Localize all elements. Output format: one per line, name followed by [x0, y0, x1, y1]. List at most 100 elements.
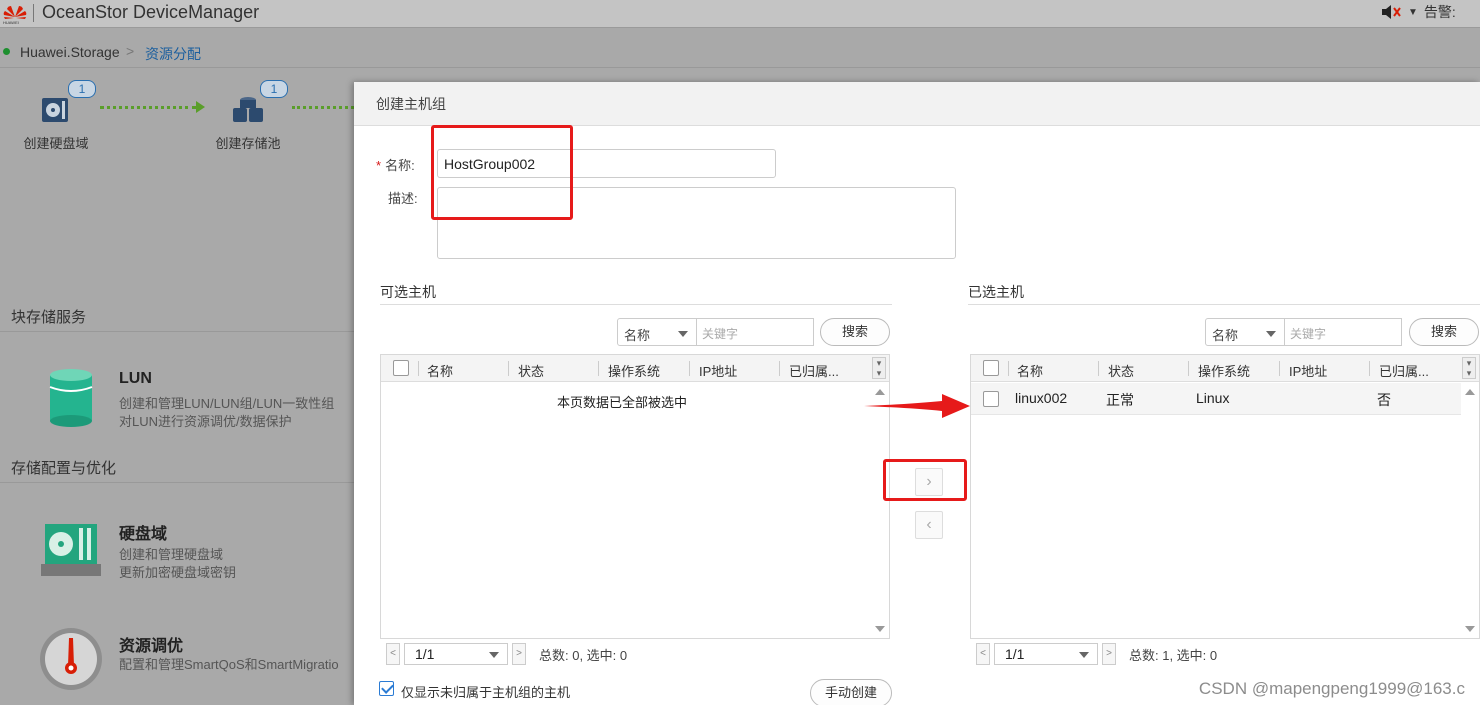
service-desc: 创建和管理LUN/LUN组/LUN一致性组 [119, 396, 335, 411]
workflow-arrow-icon [100, 106, 196, 110]
table-header: 名称 状态 操作系统 IP地址 已归属... ▾ ▾ [381, 355, 889, 382]
column-divider [1008, 361, 1009, 376]
column-header-belongs[interactable]: 已归属... [1379, 361, 1429, 380]
page-select[interactable]: 1/1 [404, 643, 508, 665]
alarm-label: 告警: [1423, 4, 1456, 20]
workflow-step-disk-domain[interactable]: 创建硬盘域 1 [16, 80, 96, 152]
section-title-block-service: 块存储服务 [11, 309, 87, 326]
gauge-icon [40, 628, 102, 690]
workflow-arrow-icon [292, 106, 354, 110]
column-header-belongs[interactable]: 已归属... [789, 361, 839, 380]
selected-filter-select[interactable]: 名称 [1205, 318, 1285, 346]
total-count: 总数: 1, 选中: 0 [1129, 648, 1218, 663]
service-name: 硬盘域 [119, 526, 168, 543]
available-keyword-input[interactable]: 关键字 [697, 318, 814, 346]
storage-pool-icon [233, 97, 263, 122]
available-pager: < 1/1 > 总数: 0, 选中: 0 [386, 643, 886, 665]
column-divider [779, 361, 780, 376]
chevron-down-icon [1266, 331, 1276, 337]
breadcrumb-home[interactable]: Huawei.Storage [20, 44, 120, 60]
alarm-area[interactable]: ▼ 告警: [1380, 2, 1456, 22]
column-header-os[interactable]: 操作系统 [608, 361, 660, 380]
available-hosts-title: 可选主机 [380, 284, 436, 300]
required-marker: * [376, 158, 382, 173]
dialog-header: 创建主机组 [354, 82, 1480, 126]
column-divider [508, 361, 509, 376]
unassigned-only-label[interactable]: 仅显示未归属于主机组的主机 [401, 682, 570, 701]
column-header-status[interactable]: 状态 [1108, 361, 1134, 380]
next-page-button[interactable]: > [512, 643, 526, 665]
name-label-text: 名称: [385, 158, 415, 173]
move-left-button[interactable]: ‹ [915, 511, 943, 539]
section-title-storage-config: 存储配置与优化 [11, 460, 117, 477]
breadcrumb: Huawei.Storage > 资源分配 [0, 38, 1480, 68]
host-name: linux002 [1015, 390, 1068, 406]
chevron-down-icon [1079, 652, 1089, 658]
select-all-checkbox[interactable] [393, 360, 409, 376]
available-search-button[interactable]: 搜索 [820, 318, 890, 346]
column-menu-icon[interactable]: ▾ ▾ [1462, 357, 1476, 379]
page-select[interactable]: 1/1 [994, 643, 1098, 665]
column-menu-icon[interactable]: ▾ ▾ [872, 357, 886, 379]
annotation-box-name-field [431, 125, 573, 220]
column-header-ip[interactable]: IP地址 [699, 361, 737, 380]
column-divider [598, 361, 599, 376]
selected-keyword-input[interactable]: 关键字 [1285, 318, 1402, 346]
service-card-disk-domain[interactable]: 硬盘域 创建和管理硬盘域 更新加密硬盘域密钥 [0, 510, 354, 590]
unassigned-only-checkbox[interactable] [379, 681, 394, 696]
chevron-down-icon [678, 331, 688, 337]
column-header-name[interactable]: 名称 [427, 361, 453, 380]
column-header-ip[interactable]: IP地址 [1289, 361, 1327, 380]
selected-search-button[interactable]: 搜索 [1409, 318, 1479, 346]
next-page-button[interactable]: > [1102, 643, 1116, 665]
manual-create-button[interactable]: 手动创建 [810, 679, 892, 705]
vertical-scrollbar[interactable] [1461, 383, 1479, 638]
alarm-dropdown-caret-icon[interactable]: ▼ [1408, 7, 1418, 18]
scroll-up-icon[interactable] [1465, 389, 1475, 395]
column-divider [1188, 361, 1189, 376]
selected-hosts-title: 已选主机 [968, 284, 1024, 300]
status-dot-icon [3, 48, 10, 55]
service-name: LUN [119, 370, 152, 387]
prev-page-button[interactable]: < [976, 643, 990, 665]
dialog-title: 创建主机组 [376, 96, 446, 112]
select-all-checkbox[interactable] [983, 360, 999, 376]
column-header-status[interactable]: 状态 [518, 361, 544, 380]
service-card-lun[interactable]: LUN 创建和管理LUN/LUN组/LUN一致性组 对LUN进行资源调优/数据保… [0, 358, 354, 438]
app-title: OceanStor DeviceManager [42, 2, 260, 22]
annotation-arrow-icon [864, 394, 970, 418]
table-header: 名称 状态 操作系统 IP地址 已归属... ▾ ▾ [971, 355, 1479, 382]
service-desc: 创建和管理硬盘域 [119, 547, 224, 562]
top-bar: HUAWEI OceanStor DeviceManager ▼ 告警: [0, 0, 1480, 28]
workflow-step-storage-pool[interactable]: 创建存储池 1 [208, 80, 288, 152]
selected-pager: < 1/1 > 总数: 1, 选中: 0 [976, 643, 1476, 665]
prev-page-button[interactable]: < [386, 643, 400, 665]
row-checkbox[interactable] [983, 391, 999, 407]
vertical-scrollbar[interactable] [871, 383, 889, 638]
chevron-down-icon [489, 652, 499, 658]
selected-hosts-table: 名称 状态 操作系统 IP地址 已归属... ▾ ▾ linux002 正常 Li… [970, 354, 1480, 639]
table-row[interactable]: linux002 正常 Linux 否 [971, 383, 1461, 415]
filter-select-value: 名称 [624, 328, 651, 343]
title-divider [33, 4, 34, 22]
column-divider [1369, 361, 1370, 376]
panel-divider [380, 304, 892, 305]
speaker-muted-icon[interactable] [1380, 2, 1402, 22]
section-divider [0, 482, 354, 483]
count-badge: 1 [260, 80, 288, 98]
column-header-os[interactable]: 操作系统 [1198, 361, 1250, 380]
host-status: 正常 [1106, 392, 1134, 408]
column-divider [1279, 361, 1280, 376]
panel-divider [968, 304, 1480, 305]
service-card-resource-tuning[interactable]: 资源调优 配置和管理SmartQoS和SmartMigratio [0, 622, 354, 705]
breadcrumb-current[interactable]: 资源分配 [145, 44, 201, 64]
column-header-name[interactable]: 名称 [1017, 361, 1043, 380]
name-label: * 名称: [376, 155, 415, 174]
watermark: CSDN @mapengpeng1999@163.c [1198, 679, 1465, 698]
available-filter-select[interactable]: 名称 [617, 318, 697, 346]
total-count: 总数: 0, 选中: 0 [539, 648, 628, 663]
service-desc: 更新加密硬盘域密钥 [119, 565, 237, 580]
page-value: 1/1 [1005, 646, 1025, 662]
scroll-down-icon[interactable] [1465, 626, 1475, 632]
scroll-down-icon[interactable] [875, 626, 885, 632]
